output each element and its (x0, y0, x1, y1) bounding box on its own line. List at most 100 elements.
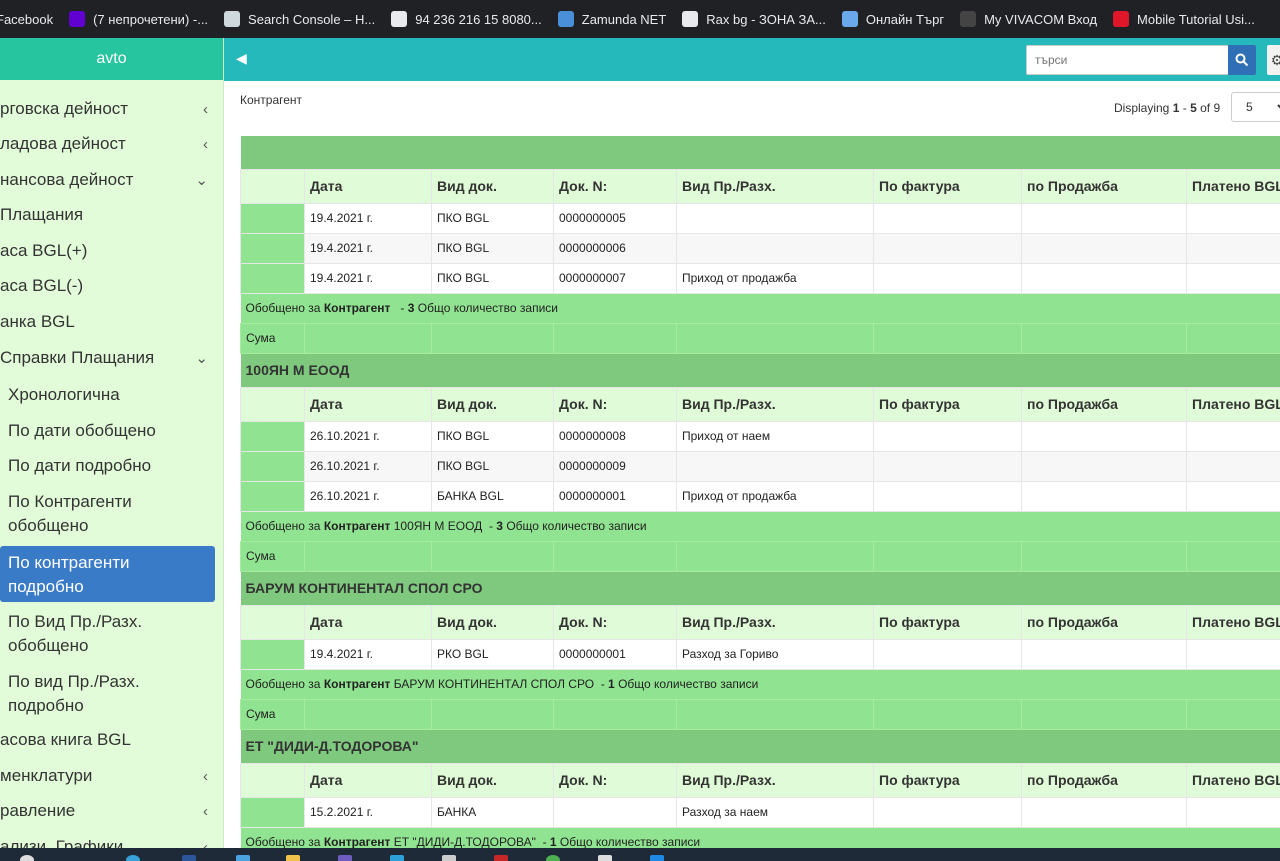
bookmark-item[interactable]: 94 236 216 15 8080... (383, 0, 550, 38)
table-row[interactable]: 19.4.2021 г. ПКО BGL 0000000006 (240, 232, 1280, 264)
sidebar-subitem[interactable]: По дати подробно (0, 452, 200, 480)
table-row[interactable]: 19.4.2021 г. ПКО BGL 0000000007 Приход от п… (240, 262, 1280, 294)
cell-empty (1021, 638, 1187, 670)
column-header[interactable]: Вид Пр./Разх. (676, 386, 874, 422)
app-icon[interactable] (338, 855, 352, 861)
sidebar-item-cash-out[interactable]: аса BGL(-) (0, 272, 223, 300)
table-row[interactable]: 26.10.2021 г. ПКО BGL 0000000008 Приход от … (240, 420, 1280, 452)
summary-count: 1 (549, 835, 557, 848)
cell-doc-type: ПКО BGL (431, 420, 554, 452)
column-header[interactable]: Дата (304, 604, 432, 640)
row-marker (240, 202, 305, 234)
column-header[interactable]: По фактура (873, 604, 1022, 640)
sidebar-item[interactable]: равление ‹ (0, 797, 223, 825)
summary-count: 3 (496, 519, 503, 533)
table-row[interactable]: 26.10.2021 г. ПКО BGL 0000000009 (240, 450, 1280, 482)
page-size-select[interactable]: 5 (1231, 92, 1280, 122)
column-header[interactable]: Вид док. (431, 604, 554, 640)
sidebar-toggle-icon[interactable]: ◀ (236, 50, 247, 67)
column-header[interactable]: Дата (304, 762, 432, 798)
column-header[interactable]: Дата (304, 168, 432, 204)
bookmark-item[interactable]: Mobile Tutorial Usi... (1105, 0, 1263, 38)
app-icon[interactable] (598, 855, 612, 861)
column-header[interactable]: Дата (304, 386, 432, 422)
sidebar-subitem[interactable]: По контрагенти подробно (0, 546, 215, 602)
sidebar-item-bank[interactable]: анка BGL (0, 308, 223, 336)
column-header[interactable]: Вид Пр./Разх. (676, 762, 874, 798)
column-header[interactable]: Платено BGL (1186, 168, 1280, 204)
column-header[interactable]: Вид док. (431, 762, 554, 798)
summary-dash: - (482, 519, 497, 533)
sum-cell (553, 698, 677, 730)
bookmark-item[interactable]: Facebook (0, 0, 61, 38)
table-row[interactable]: 19.4.2021 г. ПКО BGL 0000000005 (240, 202, 1280, 234)
column-header[interactable]: По фактура (873, 168, 1022, 204)
column-header[interactable]: Вид док. (431, 386, 554, 422)
sidebar-item[interactable]: ализи, Графики ‹ (0, 833, 223, 848)
column-header[interactable]: по Продажба (1021, 762, 1187, 798)
table-row[interactable]: 15.2.2021 г. БАНКА Разход за наем (240, 796, 1280, 828)
column-header[interactable]: Платено BGL (1186, 762, 1280, 798)
cell-doc-no: 0000000007 (553, 262, 677, 294)
column-header[interactable]: Док. N: (553, 168, 677, 204)
folder-icon[interactable] (286, 855, 300, 861)
sidebar-item-warehouse[interactable]: ладова дейност ‹ (0, 130, 223, 158)
column-header[interactable]: Вид док. (431, 168, 554, 204)
group-summary: Обобщено за Контрагент ЕТ "ДИДИ-Д.ТОДОРО… (240, 827, 1280, 848)
browser-icon[interactable] (126, 855, 140, 861)
search-button[interactable] (1228, 45, 1256, 75)
sidebar-item-trade[interactable]: рговска дейност ‹ (0, 95, 223, 123)
sidebar-item-payment-reports[interactable]: Справки Плащания ⌄ (0, 344, 223, 372)
bookmark-item[interactable]: My VIVACOM Вход (952, 0, 1105, 38)
table-row[interactable]: 19.4.2021 г. РКО BGL 0000000001 Разход за Г… (240, 638, 1280, 670)
column-header[interactable]: Вид Пр./Разх. (676, 168, 874, 204)
sidebar-title[interactable]: avto (0, 38, 223, 80)
page-icon (682, 11, 699, 27)
sidebar-item[interactable]: менклатури ‹ (0, 762, 223, 790)
bookmark-label: Rax bg - ЗОНА ЗА... (706, 11, 826, 27)
sidebar-subitem[interactable]: По Вид Пр./Разх. обобщено (0, 608, 200, 660)
app-icon[interactable] (494, 855, 508, 861)
column-header[interactable]: Платено BGL (1186, 604, 1280, 640)
cell-empty (1186, 638, 1280, 670)
settings-button[interactable]: ⚙ (1267, 45, 1280, 75)
column-header[interactable]: по Продажба (1021, 168, 1187, 204)
bookmark-item[interactable]: Rax bg - ЗОНА ЗА... (674, 0, 834, 38)
column-header[interactable]: По фактура (873, 762, 1022, 798)
column-header[interactable]: Платено BGL (1186, 386, 1280, 422)
bookmark-item[interactable]: Zamunda NET (550, 0, 675, 38)
app-icon[interactable] (182, 855, 196, 861)
bookmark-label: My VIVACOM Вход (984, 11, 1098, 27)
column-header[interactable]: по Продажба (1021, 604, 1187, 640)
sidebar-subitem[interactable]: По дати обобщено (0, 417, 200, 445)
e-icon (1113, 11, 1130, 27)
table-row[interactable]: 26.10.2021 г. БАНКА BGL 0000000001 Приход о… (240, 480, 1280, 512)
bookmark-item[interactable]: Онлайн Търг (834, 0, 952, 38)
bookmark-label: Mobile Tutorial Usi... (1137, 11, 1255, 27)
column-header[interactable]: Док. N: (553, 386, 677, 422)
sidebar-subitem[interactable]: Хронологична (0, 381, 200, 409)
sidebar-subitem[interactable]: По Контрагенти обобщено (0, 488, 200, 540)
app-icon[interactable] (546, 855, 560, 861)
search-icon[interactable] (20, 855, 34, 861)
app-icon[interactable] (390, 855, 404, 861)
column-header[interactable]: По фактура (873, 386, 1022, 422)
app-icon[interactable] (650, 855, 664, 861)
sidebar-item-finance[interactable]: нансова дейност ⌄ (0, 166, 223, 194)
app-icon[interactable] (236, 855, 250, 861)
bookmark-item[interactable]: Search Console – H... (216, 0, 383, 38)
column-header[interactable]: Вид Пр./Разх. (676, 604, 874, 640)
cell-kind: Приход от продажба (676, 480, 874, 512)
sidebar-item-payments[interactable]: Плащания (0, 201, 223, 229)
sidebar-subitem[interactable]: По вид Пр./Разх. подробно (0, 668, 200, 720)
sidebar-item-cash-in[interactable]: аса BGL(+) (0, 237, 223, 265)
column-header[interactable]: по Продажба (1021, 386, 1187, 422)
column-header[interactable]: Док. N: (553, 604, 677, 640)
paging-info: Displaying 1 - 5 of 9 (1114, 101, 1220, 115)
app-icon[interactable] (442, 855, 456, 861)
bookmark-item[interactable]: (7 непрочетени) -... (61, 0, 216, 38)
bookmark-label: 94 236 216 15 8080... (415, 11, 542, 27)
search-input[interactable] (1026, 45, 1229, 75)
column-header[interactable]: Док. N: (553, 762, 677, 798)
sidebar-item[interactable]: асова книга BGL (0, 726, 223, 754)
